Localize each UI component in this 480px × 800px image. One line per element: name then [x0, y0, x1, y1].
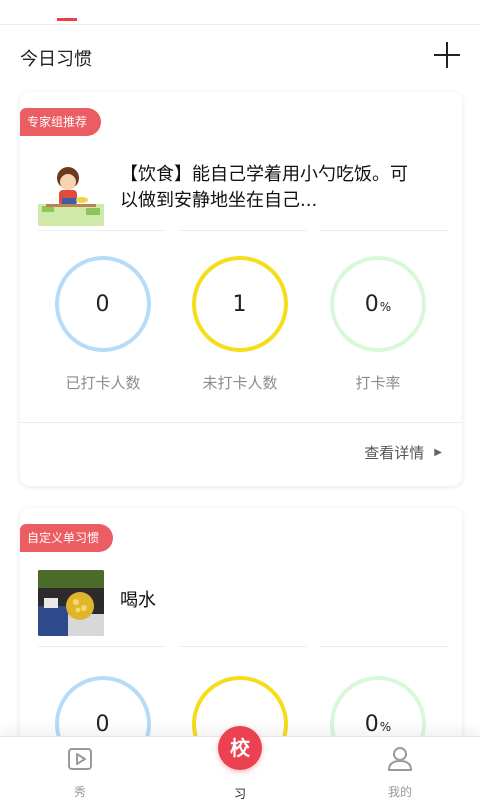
stat-value: 0	[364, 711, 379, 737]
stat-unit: %	[379, 720, 392, 734]
view-details-link[interactable]: 查看详情 ▶	[364, 442, 442, 463]
tab-mine[interactable]: 我的	[340, 737, 460, 800]
top-divider	[0, 24, 480, 25]
habit-card[interactable]: 专家组推荐 【饮食】能自己学着用小勺吃饭。可以做到安静地坐在自己... 0 已打…	[20, 92, 462, 486]
stat-value: 0	[364, 291, 379, 317]
stat-value: 0	[95, 711, 110, 737]
recommend-tag: 专家组推荐	[20, 108, 102, 136]
school-badge-icon[interactable]: 校	[218, 726, 262, 770]
stat-ring: 0%	[330, 256, 426, 352]
stat-label: 未打卡人数	[202, 374, 278, 392]
stat-value: 1	[232, 291, 247, 317]
habit-row[interactable]: 【饮食】能自己学着用小勺吃饭。可以做到安静地坐在自己...	[38, 160, 448, 226]
stat-value: 0	[95, 291, 110, 317]
habit-thumbnail	[38, 160, 104, 226]
custom-habit-tag: 自定义单习惯	[20, 524, 114, 552]
stat-not-checked-in: 1 未打卡人数	[180, 256, 300, 393]
tab-label: 习	[233, 787, 246, 800]
video-play-icon	[66, 745, 94, 773]
stat-label: 已打卡人数	[65, 374, 141, 392]
habit-title: 【饮食】能自己学着用小勺吃饭。可以做到安静地坐在自己...	[120, 164, 408, 211]
stat-label: 打卡率	[355, 374, 401, 392]
header: 今日习惯	[0, 34, 480, 78]
triangle-right-icon: ▶	[434, 447, 442, 458]
active-tab-indicator	[57, 18, 77, 21]
habit-thumbnail	[38, 570, 104, 636]
stat-ring: 1	[192, 256, 288, 352]
stat-checkin-rate: 0% 打卡率	[318, 256, 438, 393]
tab-label: 我的	[387, 785, 412, 799]
stat-unit: %	[379, 300, 392, 314]
tab-label: 秀	[73, 785, 86, 799]
stat-ring: 0	[55, 256, 151, 352]
separator	[38, 230, 448, 231]
page-title: 今日习惯	[20, 49, 92, 70]
view-details-label: 查看详情	[364, 444, 425, 462]
habit-row[interactable]: 喝水	[38, 570, 448, 636]
habit-title: 喝水	[120, 590, 156, 611]
stats-group: 0 已打卡人数 1 未打卡人数 0% 打卡率	[20, 256, 462, 396]
person-icon	[386, 745, 414, 773]
stat-checked-in: 0 已打卡人数	[43, 256, 163, 393]
tab-show[interactable]: 秀	[20, 737, 140, 800]
card-divider	[20, 422, 462, 423]
plus-icon[interactable]	[432, 40, 462, 70]
separator	[38, 646, 448, 647]
